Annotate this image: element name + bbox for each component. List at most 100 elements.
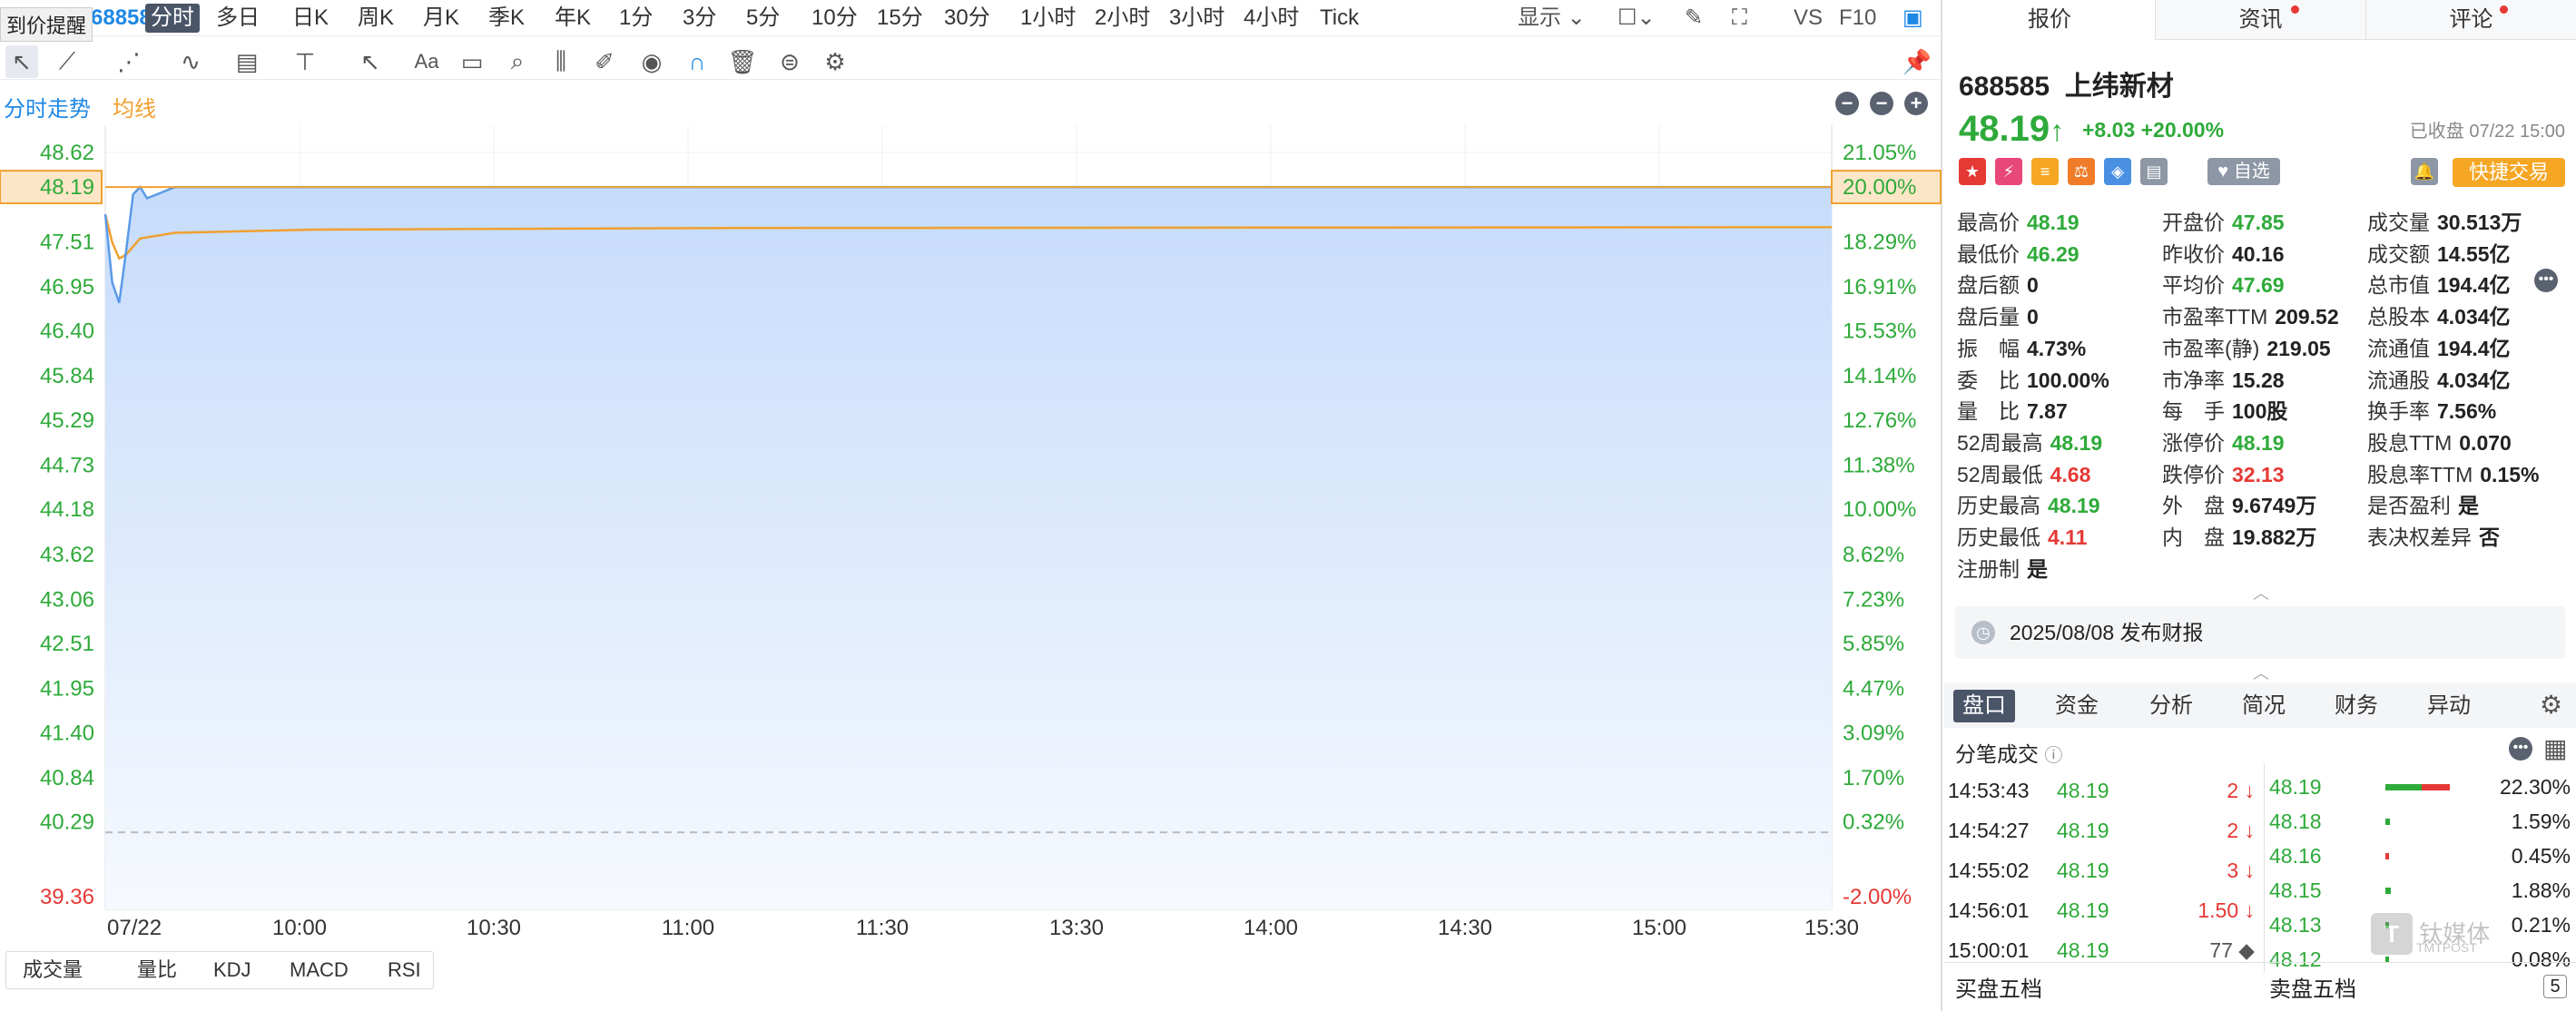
tab-comments[interactable]: 评论 — [2365, 0, 2576, 40]
y-tick-left-0: 48.62 — [40, 141, 94, 165]
intraday-chart[interactable]: 富途牛牛 48.6221.05%48.1920.00%47.5118.29%46… — [0, 0, 1942, 1011]
stat-21: 52周最高 48.19 — [1957, 430, 2103, 455]
y-tick-left-6: 45.29 — [40, 408, 94, 433]
flash-icon[interactable]: ⚡ — [1995, 158, 2022, 185]
sub-tabs: 盘口 资金 分析 简况 财务 异动 — [1944, 682, 2576, 728]
y-tick-left-8: 44.18 — [40, 497, 94, 522]
y-tick-right-6: 12.76% — [1843, 408, 1916, 433]
indicator-2[interactable]: KDJ — [213, 952, 251, 988]
balance-icon[interactable]: ⚖ — [2068, 158, 2095, 185]
watchlist-button[interactable]: ♥ 自选 — [2207, 158, 2280, 185]
settings-icon[interactable]: ⚙ — [2540, 690, 2562, 720]
earnings-event[interactable]: ◷ 2025/08/08 发布财报 — [1955, 606, 2565, 659]
y-tick-right-13: 3.09% — [1843, 721, 1904, 745]
price-area — [105, 187, 1832, 909]
indicator-1[interactable]: 量比 — [137, 952, 177, 988]
subtab-1[interactable]: 资金 — [2046, 690, 2108, 722]
price-alert-tooltip: 到价提醒 — [0, 7, 93, 42]
document-icon[interactable]: ▤ — [2140, 158, 2168, 185]
quick-trade-button[interactable]: 快捷交易 — [2453, 158, 2565, 187]
y-tick-right-16: -2.00% — [1843, 885, 1912, 909]
panel-tabs: 报价 资讯 评论 — [1944, 0, 2576, 40]
collapse-chevron-icon[interactable]: ︿ — [2253, 581, 2269, 604]
subtab-4[interactable]: 财务 — [2325, 690, 2387, 722]
stat-2: 成交量 30.513万 — [2367, 211, 2522, 234]
book-row: 48.15 1.88% — [2269, 878, 2571, 902]
y-tick-right-12: 4.47% — [1843, 677, 1904, 702]
stat-14: 流通值 194.4亿 — [2367, 336, 2511, 360]
y-tick-left-13: 41.40 — [40, 721, 94, 745]
x-tick-9: 15:30 — [1804, 916, 1859, 940]
more-icon[interactable]: ••• — [2534, 269, 2558, 292]
book-row: 48.19 22.30% — [2269, 775, 2571, 799]
stat-12: 振 幅 4.73% — [1957, 336, 2087, 360]
y-tick-left-9: 43.62 — [40, 543, 94, 567]
stat-6: 盘后额 0 — [1957, 273, 2039, 298]
subtab-2[interactable]: 分析 — [2140, 690, 2202, 722]
tick-row: 14:56:01 48.19 1.50 ↓ — [1948, 898, 2255, 922]
subtab-5[interactable]: 异动 — [2418, 690, 2480, 722]
tick-row: 14:55:02 48.19 3 ↓ — [1948, 859, 2255, 882]
y-tick-left-5: 45.84 — [40, 364, 94, 388]
grid-view-icon[interactable]: ▦ — [2543, 733, 2567, 763]
more-icon-2[interactable]: ••• — [2509, 737, 2532, 761]
indicator-4[interactable]: RSI — [388, 952, 421, 988]
indicator-0[interactable]: 成交量 — [23, 952, 83, 988]
y-tick-right-2: 18.29% — [1843, 230, 1916, 254]
y-tick-right-9: 8.62% — [1843, 543, 1904, 567]
news-badge — [2291, 5, 2299, 14]
stat-10: 市盈率TTM 209.52 — [2162, 305, 2339, 329]
y-tick-left-15: 40.29 — [40, 810, 94, 835]
divider — [2264, 764, 2265, 973]
stat-33: 注册制是 — [1957, 556, 2048, 581]
tick-row: 14:54:27 48.19 2 ↓ — [1948, 819, 2255, 842]
stat-3: 最低价 46.29 — [1957, 241, 2079, 266]
stat-1: 开盘价 47.85 — [2162, 211, 2285, 234]
database-icon[interactable]: ≡ — [2031, 158, 2059, 185]
x-tick-4: 11:30 — [856, 916, 909, 940]
y-tick-left-3: 46.95 — [40, 275, 94, 299]
stat-17: 流通股 4.034亿 — [2367, 368, 2511, 392]
book-bar-green — [2385, 888, 2392, 894]
bell-icon[interactable]: 🔔 — [2411, 158, 2438, 185]
stat-23: 股息TTM 0.070 — [2367, 430, 2512, 455]
subtab-0[interactable]: 盘口 — [1953, 690, 2015, 722]
brand-watermark: T 钛媒体 TMTPOST — [2371, 913, 2490, 955]
tag-icon[interactable]: ◈ — [2104, 158, 2131, 185]
stat-32: 表决权差异否 — [2367, 525, 2500, 549]
count-badge: 5 — [2543, 975, 2567, 998]
y-tick-left-7: 44.73 — [40, 453, 94, 477]
stat-15: 委 比 100.00% — [1957, 368, 2109, 392]
last-price: 48.19↑ — [1959, 109, 2065, 149]
x-tick-5: 13:30 — [1049, 916, 1104, 940]
book-bar-red — [2422, 784, 2451, 790]
stat-16: 市净率 15.28 — [2162, 368, 2285, 392]
y-tick-left-2: 47.51 — [40, 230, 94, 254]
x-tick-1: 10:00 — [272, 916, 327, 940]
y-tick-left-4: 46.40 — [40, 319, 94, 344]
y-tick-right-3: 16.91% — [1843, 275, 1916, 299]
subtab-3[interactable]: 简况 — [2233, 690, 2295, 722]
stat-22: 涨停价 48.19 — [2162, 430, 2285, 455]
y-tick-right-7: 11.38% — [1843, 453, 1915, 477]
buy-five-label: 买盘五档 — [1955, 977, 2042, 1002]
tab-news[interactable]: 资讯 — [2155, 0, 2365, 40]
stat-24: 52周最低 4.68 — [1957, 462, 2091, 486]
tab-quote[interactable]: 报价 — [1944, 0, 2155, 40]
stat-20: 换手率 7.56% — [2367, 399, 2497, 424]
x-tick-2: 10:30 — [467, 916, 521, 940]
stat-11: 总股本 4.034亿 — [2367, 305, 2511, 329]
sell-five-label: 卖盘五档 — [2269, 977, 2356, 1002]
indicator-bar: 成交量 量比 KDJ MACD RSI — [5, 951, 434, 989]
book-bar-green — [2385, 819, 2391, 825]
stat-19: 每 手 100股 — [2162, 399, 2288, 424]
collapse-chevron-icon-2[interactable]: ︿ — [2253, 661, 2269, 684]
x-tick-8: 15:00 — [1632, 916, 1686, 940]
ticks-title: 分笔成交 ⓘ — [1955, 742, 2063, 766]
market-status: 已收盘 07/22 15:00 — [2409, 122, 2565, 142]
stat-4: 昨收价 40.16 — [2162, 241, 2285, 266]
stat-18: 量 比 7.87 — [1957, 399, 2068, 424]
stat-7: 平均价 47.69 — [2162, 273, 2285, 298]
footer-divider — [1944, 962, 2576, 963]
indicator-3[interactable]: MACD — [290, 952, 349, 988]
